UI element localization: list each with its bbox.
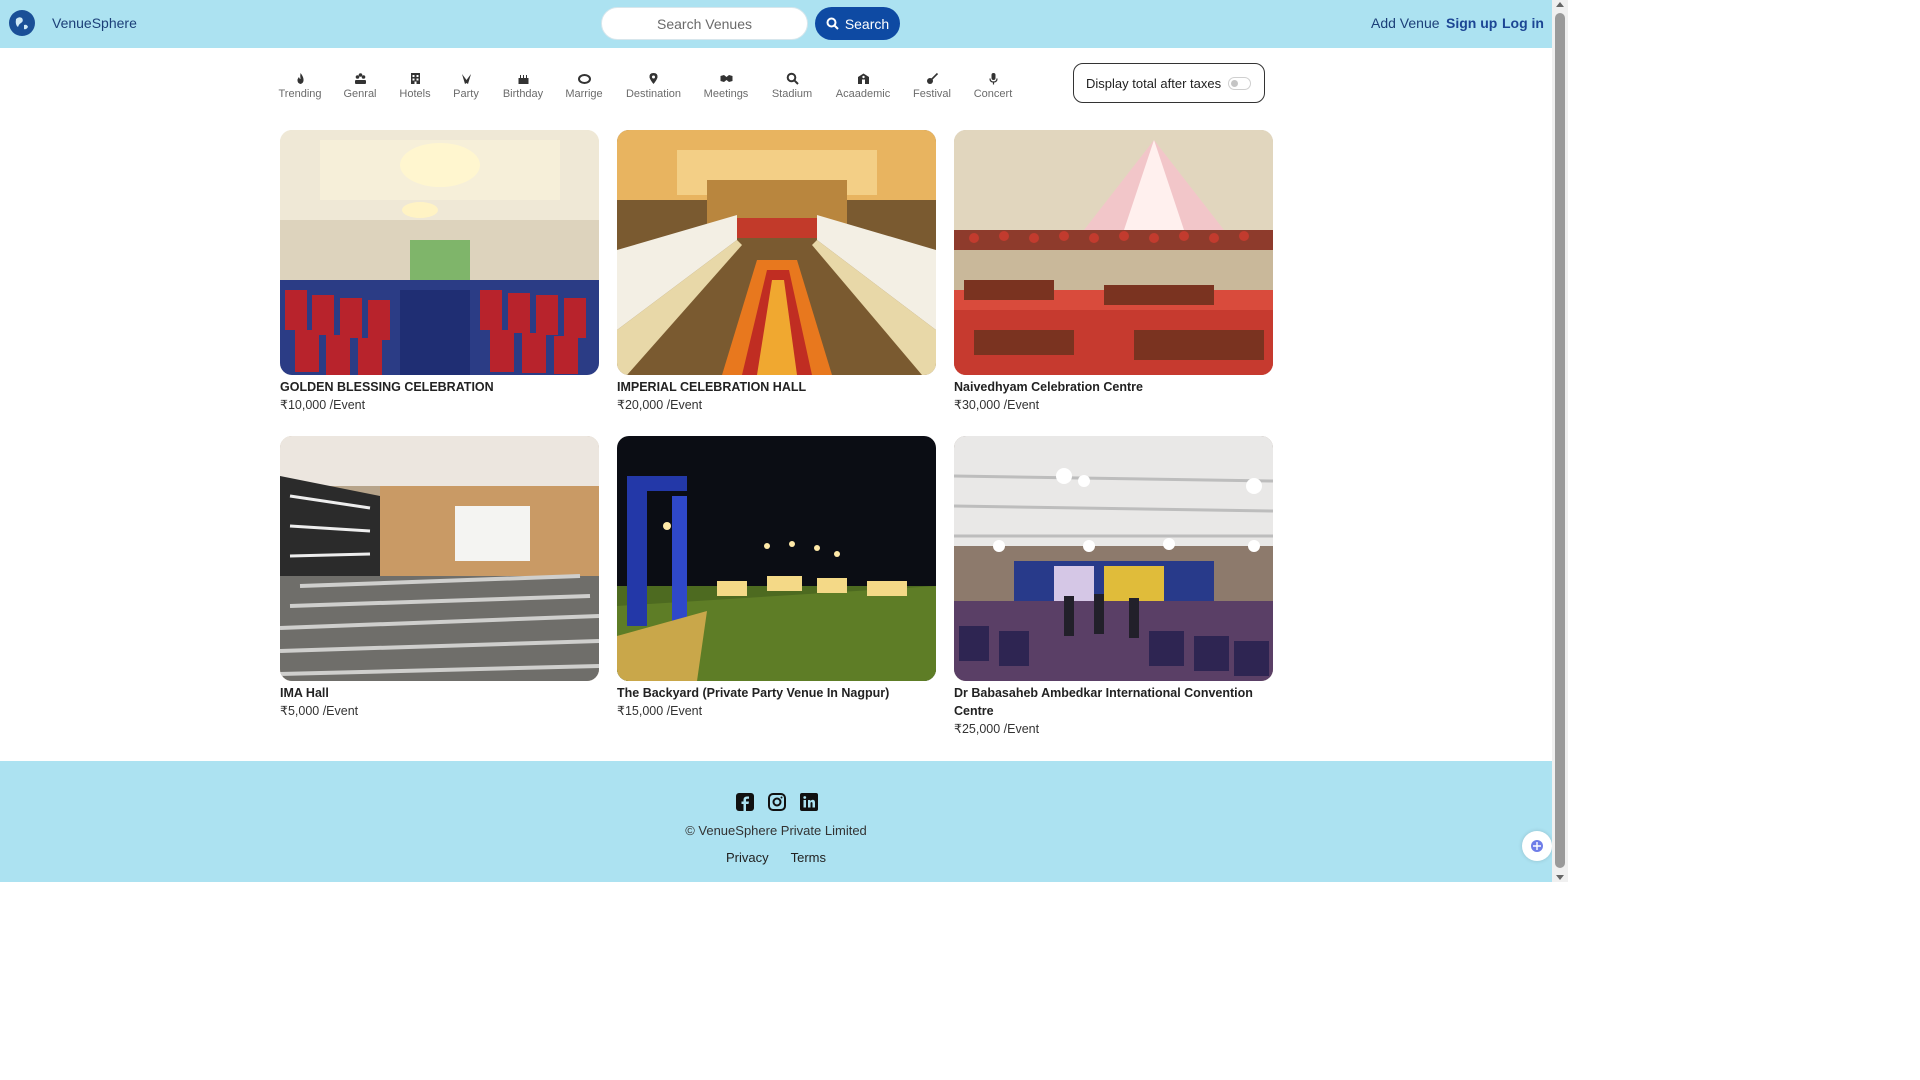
convention-hall-photo[interactable] xyxy=(954,436,1273,681)
listing-price: ₹5,000 /Event xyxy=(280,704,359,718)
listing-card[interactable]: The Backyard (Private Party Venue In Nag… xyxy=(617,436,936,720)
filter-label: Party xyxy=(453,88,479,100)
filter-label: Concert xyxy=(973,88,1013,100)
add-venue-link[interactable]: Add Venue xyxy=(1371,15,1440,31)
microphone-icon xyxy=(988,73,998,85)
listing-card[interactable]: IMA Hall ₹5,000 /Event xyxy=(280,436,599,720)
listing-title[interactable]: IMA Hall xyxy=(280,684,599,702)
terms-link[interactable]: Terms xyxy=(791,850,826,865)
listing-title[interactable]: The Backyard (Private Party Venue In Nag… xyxy=(617,684,936,702)
filter-label: Festival xyxy=(913,88,951,100)
filter-label: Marrige xyxy=(565,88,603,100)
filter-label: Hotels xyxy=(399,88,431,100)
filter-label: Genral xyxy=(343,88,377,100)
filter-birthday[interactable]: Birthday xyxy=(493,72,553,100)
hotel-icon xyxy=(410,73,420,84)
filter-label: Trending xyxy=(278,88,322,100)
log-in-link[interactable]: Log in xyxy=(1502,15,1544,31)
sign-up-link[interactable]: Sign up xyxy=(1446,15,1497,31)
footer: © VenueSphere Private Limited Privacy Te… xyxy=(0,761,1552,882)
globe-logo-icon[interactable] xyxy=(9,10,35,36)
banquet-hall-photo[interactable] xyxy=(280,130,599,375)
assistant-widget-icon[interactable] xyxy=(1522,831,1552,861)
filter-label: Meetings xyxy=(703,88,749,100)
listing-card[interactable]: Dr Babasaheb Ambedkar International Conv… xyxy=(954,436,1273,738)
footer-links: Privacy Terms xyxy=(0,850,1552,865)
social-links xyxy=(736,793,818,811)
party-icon xyxy=(461,74,471,84)
listing-title[interactable]: IMPERIAL CELEBRATION HALL xyxy=(617,378,936,396)
cake-icon xyxy=(518,75,528,84)
filter-party[interactable]: Party xyxy=(439,72,493,100)
search-icon xyxy=(826,17,839,30)
instagram-icon[interactable] xyxy=(768,793,786,811)
scroll-up-arrow-icon[interactable] xyxy=(1556,2,1564,7)
listing-title[interactable]: Dr Babasaheb Ambedkar International Conv… xyxy=(954,684,1273,720)
filter-label: Stadium xyxy=(771,88,813,100)
scroll-thumb[interactable] xyxy=(1555,13,1565,868)
listing-price: ₹20,000 /Event xyxy=(617,398,703,412)
filter-marrige[interactable]: Marrige xyxy=(553,72,615,100)
filter-meetings[interactable]: Meetings xyxy=(692,72,760,100)
search-icon xyxy=(786,72,799,85)
listing-title[interactable]: GOLDEN BLESSING CELEBRATION xyxy=(280,378,599,396)
listing-card[interactable]: IMPERIAL CELEBRATION HALL ₹20,000 /Event xyxy=(617,130,936,414)
listing-title[interactable]: Naivedhyam Celebration Centre xyxy=(954,378,1273,396)
handshake-icon xyxy=(720,75,732,82)
fire-icon xyxy=(296,73,304,84)
listing-price: ₹30,000 /Event xyxy=(954,398,1040,412)
filter-hotels[interactable]: Hotels xyxy=(391,72,439,100)
listing-price: ₹10,000 /Event xyxy=(280,398,366,412)
wedding-mandap-photo[interactable] xyxy=(954,130,1273,375)
listing-price: ₹15,000 /Event xyxy=(617,704,703,718)
filter-stadium[interactable]: Stadium xyxy=(760,72,824,100)
tax-toggle-box[interactable]: Display total after taxes xyxy=(1073,63,1265,103)
category-filters: Trending Genral Hotels Party Birthday Ma… xyxy=(271,72,1024,100)
garden-venue-photo[interactable] xyxy=(617,436,936,681)
filter-destination[interactable]: Destination xyxy=(615,72,692,100)
location-pin-icon xyxy=(649,73,658,84)
toggle-knob xyxy=(1231,80,1238,87)
tax-toggle-switch[interactable] xyxy=(1228,77,1251,90)
scroll-down-arrow-icon[interactable] xyxy=(1556,875,1564,880)
privacy-link[interactable]: Privacy xyxy=(726,850,769,865)
copyright-text: © VenueSphere Private Limited xyxy=(685,823,867,838)
listing-card[interactable]: GOLDEN BLESSING CELEBRATION ₹10,000 /Eve… xyxy=(280,130,599,414)
vertical-scrollbar[interactable] xyxy=(1552,0,1568,882)
navbar: VenueSphere Search Add Venue Sign up Log… xyxy=(0,0,1552,48)
filter-label: Acaademic xyxy=(835,88,891,100)
search-input[interactable] xyxy=(601,7,808,40)
filter-festival[interactable]: Festival xyxy=(902,72,962,100)
filter-trending[interactable]: Trending xyxy=(271,72,329,100)
filter-genral[interactable]: Genral xyxy=(329,72,391,100)
auditorium-photo[interactable] xyxy=(280,436,599,681)
dining-hall-photo[interactable] xyxy=(617,130,936,375)
ring-icon xyxy=(577,74,591,84)
school-icon xyxy=(857,73,869,84)
guitar-icon xyxy=(926,72,938,84)
filter-label: Destination xyxy=(625,88,682,100)
facebook-icon[interactable] xyxy=(736,793,754,811)
filter-acaademic[interactable]: Acaademic xyxy=(824,72,902,100)
filter-label: Birthday xyxy=(502,88,544,100)
listing-card[interactable]: Naivedhyam Celebration Centre ₹30,000 /E… xyxy=(954,130,1273,414)
brand-name[interactable]: VenueSphere xyxy=(52,15,137,31)
listing-price: ₹25,000 /Event xyxy=(954,722,1040,736)
filter-concert[interactable]: Concert xyxy=(962,72,1024,100)
tax-toggle-label: Display total after taxes xyxy=(1086,75,1222,91)
linkedin-icon[interactable] xyxy=(800,793,818,811)
people-icon xyxy=(354,73,366,84)
search-button-label: Search xyxy=(844,15,890,32)
search-button[interactable]: Search xyxy=(815,7,900,40)
